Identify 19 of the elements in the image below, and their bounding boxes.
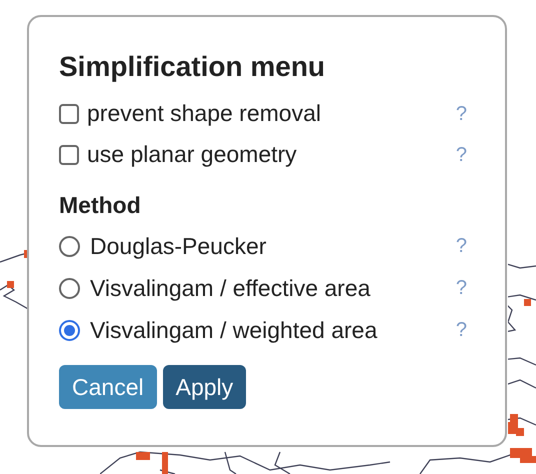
radio-button[interactable] — [59, 236, 80, 256]
cancel-button[interactable]: Cancel — [59, 365, 157, 409]
apply-button[interactable]: Apply — [162, 365, 246, 409]
checkbox[interactable] — [59, 144, 79, 164]
checkbox[interactable] — [59, 104, 79, 124]
help-link[interactable]: ? — [456, 140, 475, 170]
radio-button[interactable] — [59, 320, 80, 340]
dialog-title: Simplification menu — [59, 50, 326, 84]
option-label: prevent shape removal — [87, 99, 321, 128]
help-link[interactable]: ? — [456, 231, 475, 261]
option-label: Visvalingam / weighted area — [90, 316, 378, 345]
help-link[interactable]: ? — [456, 315, 475, 345]
section-heading: Method — [59, 191, 142, 220]
option-label: use planar geometry — [87, 140, 297, 170]
option-label: Douglas-Peucker — [90, 232, 266, 261]
radio-button[interactable] — [59, 278, 80, 298]
help-link[interactable]: ? — [456, 98, 475, 128]
help-link[interactable]: ? — [456, 273, 475, 303]
option-label: Visvalingam / effective area — [90, 274, 370, 303]
